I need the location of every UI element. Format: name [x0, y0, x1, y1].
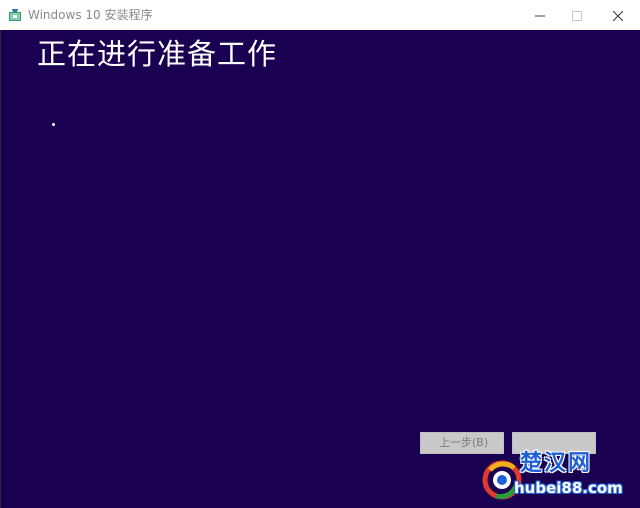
- maximize-button[interactable]: [557, 0, 597, 30]
- maximize-icon: [572, 6, 582, 25]
- close-icon: [612, 6, 624, 25]
- setup-app-icon: [8, 7, 22, 21]
- page-title: 正在进行准备工作: [37, 37, 278, 71]
- window-title: Windows 10 安装程序: [28, 8, 153, 22]
- close-button[interactable]: [598, 0, 638, 30]
- setup-window: Windows 10 安装程序 正在进行准备工作 上一步(B) 楚汉网 hube…: [0, 0, 640, 508]
- progress-spinner: [52, 123, 55, 126]
- title-bar[interactable]: Windows 10 安装程序: [0, 0, 640, 30]
- minimize-icon: [535, 6, 545, 25]
- back-button[interactable]: 上一步(B): [420, 432, 504, 454]
- watermark-url: hubei88.com: [514, 479, 623, 497]
- minimize-button[interactable]: [520, 0, 560, 30]
- watermark: 楚汉网 hubei88.com: [478, 451, 640, 508]
- watermark-title: 楚汉网: [520, 451, 593, 476]
